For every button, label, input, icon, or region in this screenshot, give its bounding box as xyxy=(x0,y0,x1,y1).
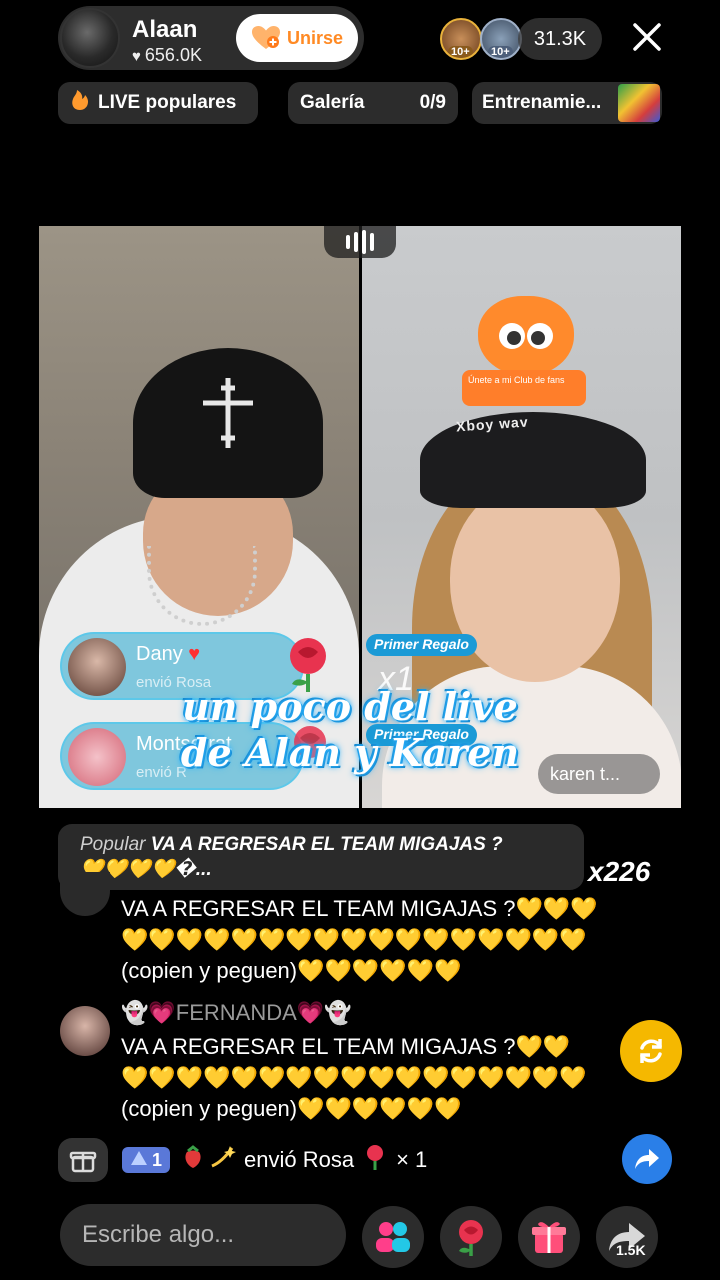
person-cap xyxy=(133,348,323,498)
gift-sender-name: Dany ♥ xyxy=(136,643,201,665)
gift-sender-avatar xyxy=(68,728,126,786)
join-label: Unirse xyxy=(286,27,344,48)
host-name: Alaan xyxy=(132,16,198,43)
popular-comment[interactable]: Popular VA A REGRESAR EL TEAM MIGAJAS ? … xyxy=(58,824,584,890)
close-icon[interactable] xyxy=(628,18,666,56)
viewer-badge: 10+ xyxy=(488,46,513,58)
guest-name-tag[interactable]: karen t... xyxy=(538,754,660,794)
red-heart-icon: ♥ xyxy=(188,643,201,665)
live-popular-label: LIVE populares xyxy=(98,92,237,113)
share-arrow-icon[interactable] xyxy=(622,1134,672,1184)
training-label: Entrenamie... xyxy=(482,92,602,113)
comment-input[interactable]: Escribe algo... xyxy=(60,1204,346,1266)
top-viewer-avatar-1[interactable]: 10+ xyxy=(440,18,482,60)
level-value: 1 xyxy=(152,1149,163,1170)
gallery-chip[interactable]: Galería 0/9 xyxy=(288,82,458,124)
gift-sender-avatar xyxy=(68,638,126,696)
gift-box-icon[interactable] xyxy=(58,1138,108,1182)
chat-avatar[interactable] xyxy=(60,1006,110,1056)
heart-icon: ♥ xyxy=(132,48,141,65)
sparkle-icon xyxy=(208,1144,237,1176)
popular-tag: Popular xyxy=(80,834,146,855)
rose-gift-button[interactable] xyxy=(440,1206,502,1268)
caption-line: un poco del live xyxy=(182,684,518,729)
gift-activity-text: envió Rosa xyxy=(244,1147,355,1172)
training-chip[interactable]: Entrenamie... xyxy=(472,82,662,124)
share-count: 1.5K xyxy=(616,1242,646,1258)
club-heart-icon xyxy=(478,296,574,376)
chat-line: VA A REGRESAR EL TEAM MIGAJAS ?💛💛 xyxy=(121,1034,571,1059)
flame-icon xyxy=(68,88,92,118)
caption-line: de Alan y Karen xyxy=(180,730,520,775)
person-cap xyxy=(420,412,646,508)
join-heart-icon xyxy=(251,25,281,51)
live-popular-chip[interactable]: LIVE populares xyxy=(58,82,258,124)
host-likes: ♥ 656.0K xyxy=(132,45,202,66)
gift-icon[interactable] xyxy=(518,1206,580,1268)
person-face xyxy=(450,482,620,682)
host-likes-count: 656.0K xyxy=(144,45,202,65)
gallery-label: Galería xyxy=(300,92,365,113)
video-caption-overlay: un poco del live de Alan y Karen xyxy=(170,684,530,776)
fan-club-sticker[interactable]: Únete a mi Club de fans xyxy=(458,284,590,408)
gift-activity-count: × 1 xyxy=(396,1147,428,1172)
host-avatar[interactable] xyxy=(60,8,120,68)
rose-icon xyxy=(362,1143,388,1177)
user-level-badge: 1 xyxy=(122,1147,171,1173)
join-button[interactable]: Unirse xyxy=(236,14,358,62)
gallery-count: 0/9 xyxy=(419,92,446,113)
level-arrow-icon xyxy=(130,1150,148,1171)
top-viewer-avatar-2[interactable]: 10+ xyxy=(480,18,522,60)
chat-line: (copien y peguen)💛💛💛💛💛💛 xyxy=(121,1096,462,1121)
battle-divider-icon[interactable] xyxy=(324,226,396,258)
chat-username[interactable]: 👻💗FERNANDA💗👻 xyxy=(121,1000,352,1026)
training-thumbnail xyxy=(618,84,660,122)
chat-message: VA A REGRESAR EL TEAM MIGAJAS ?💛💛 💛💛💛💛💛💛… xyxy=(121,1031,681,1124)
chat-line: (copien y peguen)💛💛💛💛💛💛 xyxy=(121,958,462,983)
popular-comment-text: VA A REGRESAR EL TEAM MIGAJAS ? xyxy=(150,834,503,855)
viewer-count[interactable]: 31.3K xyxy=(518,18,602,60)
chat-message: VA A REGRESAR EL TEAM MIGAJAS ?💛💛💛 💛💛💛💛💛… xyxy=(121,893,681,986)
refresh-icon[interactable] xyxy=(620,1020,682,1082)
club-sticker-label: Únete a mi Club de fans xyxy=(462,370,586,406)
host-profile-pill[interactable]: Alaan ♥ 656.0K Unirse xyxy=(58,6,364,70)
gift-activity-row: 1 envió Rosa × 1 xyxy=(58,1138,598,1182)
strawberry-icon xyxy=(180,1144,206,1176)
popular-multiplier: x226 xyxy=(588,856,651,887)
viewer-badge: 10+ xyxy=(448,46,473,58)
share-button[interactable] xyxy=(596,1206,658,1268)
chat-avatar[interactable] xyxy=(60,872,110,916)
chat-line: 💛💛💛💛💛💛💛💛💛💛💛💛💛💛💛💛💛 xyxy=(121,927,587,952)
first-gift-badge: Primer Regalo xyxy=(366,634,477,656)
people-icon[interactable] xyxy=(362,1206,424,1268)
chat-line: VA A REGRESAR EL TEAM MIGAJAS ?💛💛💛 xyxy=(121,896,598,921)
chat-line: 💛💛💛💛💛💛💛💛💛💛💛💛💛💛💛💛💛 xyxy=(121,1065,587,1090)
